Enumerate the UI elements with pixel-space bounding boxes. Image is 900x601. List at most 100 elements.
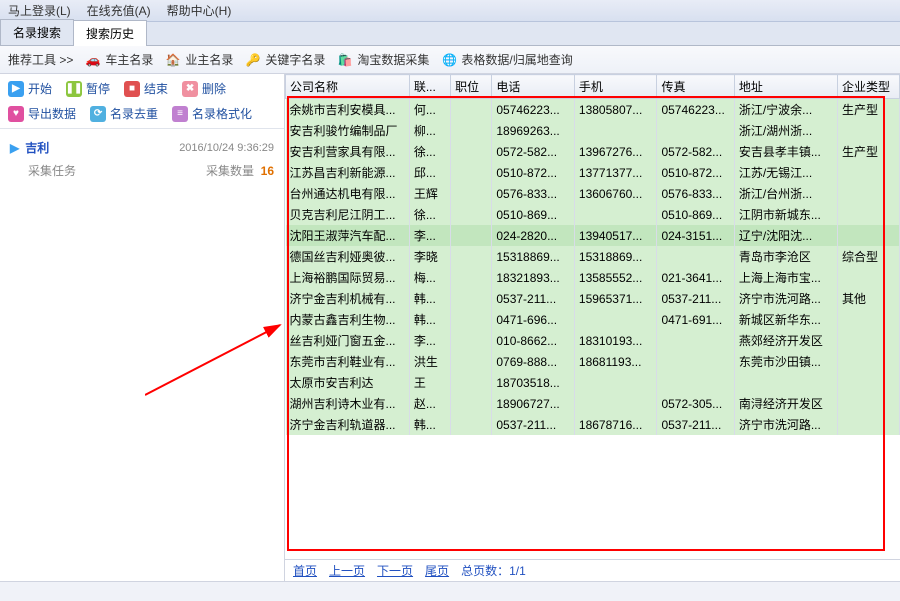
btn-delete[interactable]: ✖删除 [182, 80, 226, 97]
col-company[interactable]: 公司名称 [286, 75, 410, 99]
tool-taobao[interactable]: 🛍️淘宝数据采集 [337, 51, 429, 68]
cell-mobile [574, 309, 657, 330]
table-row[interactable]: 江苏昌吉利新能源...邱...0510-872...13771377...051… [286, 162, 900, 183]
cell-contact: 韩... [409, 288, 450, 309]
cell-company: 东莞市吉利鞋业有... [286, 351, 410, 372]
cell-addr: 辽宁/沈阳沈... [734, 225, 837, 246]
cell-company: 济宁金吉利机械有... [286, 288, 410, 309]
col-contact[interactable]: 联... [409, 75, 450, 99]
tool-table-query[interactable]: 🌐表格数据/归属地查询 [441, 51, 572, 68]
table-row[interactable]: 济宁金吉利机械有...韩...0537-211...15965371...053… [286, 288, 900, 309]
table-row[interactable]: 安吉利营家具有限...徐...0572-582...13967276...057… [286, 141, 900, 162]
task-list: ▶吉利 2016/10/24 9:36:29 采集任务 采集数量 16 [0, 129, 284, 581]
cell-type [838, 183, 900, 204]
cell-company: 安吉利营家具有限... [286, 141, 410, 162]
pager-last[interactable]: 尾页 [425, 562, 449, 579]
grid-wrap[interactable]: 公司名称 联... 职位 电话 手机 传真 地址 企业类型 余姚市吉利安模具..… [285, 74, 900, 559]
cell-phone: 15318869... [492, 246, 575, 267]
menu-login[interactable]: 马上登录(L) [8, 2, 71, 19]
grid-header-row: 公司名称 联... 职位 电话 手机 传真 地址 企业类型 [286, 75, 900, 99]
table-row[interactable]: 台州通达机电有限...王辉0576-833...13606760...0576-… [286, 183, 900, 204]
cell-mobile [574, 204, 657, 225]
cell-fax: 0537-211... [657, 288, 734, 309]
cell-mobile: 13606760... [574, 183, 657, 204]
cell-addr: 江阴市新城东... [734, 204, 837, 225]
table-row[interactable]: 上海裕鹏国际贸易...梅...18321893...13585552...021… [286, 267, 900, 288]
cell-phone: 0769-888... [492, 351, 575, 372]
btn-export[interactable]: ♥导出数据 [8, 105, 76, 122]
cell-type [838, 162, 900, 183]
car-icon: 🚗 [85, 52, 101, 68]
cell-mobile: 13940517... [574, 225, 657, 246]
table-row[interactable]: 沈阳王淑萍汽车配...李...024-2820...13940517...024… [286, 225, 900, 246]
table-row[interactable]: 德国丝吉利娅奥彼...李晓15318869...15318869...青岛市李沧… [286, 246, 900, 267]
task-row[interactable]: ▶吉利 2016/10/24 9:36:29 [0, 135, 284, 160]
cell-title [451, 183, 492, 204]
menu-help[interactable]: 帮助中心(H) [167, 2, 232, 19]
cell-fax [657, 246, 734, 267]
play-icon: ▶ [8, 81, 24, 97]
cell-fax [657, 351, 734, 372]
pager-first[interactable]: 首页 [293, 562, 317, 579]
cell-contact: 李... [409, 330, 450, 351]
cell-title [451, 288, 492, 309]
pager-next[interactable]: 下一页 [377, 562, 413, 579]
table-row[interactable]: 余姚市吉利安模具...何...05746223...13805807...057… [286, 99, 900, 121]
menu-recharge[interactable]: 在线充值(A) [87, 2, 151, 19]
cell-type [838, 225, 900, 246]
col-type[interactable]: 企业类型 [838, 75, 900, 99]
tool-car-owner[interactable]: 🚗车主名录 [85, 51, 153, 68]
cell-title [451, 204, 492, 225]
cell-mobile [574, 372, 657, 393]
table-row[interactable]: 贝克吉利尼江阴工...徐...0510-869...0510-869...江阴市… [286, 204, 900, 225]
table-row[interactable]: 济宁金吉利轨道器...韩...0537-211...18678716...053… [286, 414, 900, 435]
right-panel: 公司名称 联... 职位 电话 手机 传真 地址 企业类型 余姚市吉利安模具..… [285, 74, 900, 581]
col-mobile[interactable]: 手机 [574, 75, 657, 99]
btn-pause[interactable]: ❚❚暂停 [66, 80, 110, 97]
cell-mobile: 18678716... [574, 414, 657, 435]
col-addr[interactable]: 地址 [734, 75, 837, 99]
cell-phone: 18906727... [492, 393, 575, 414]
cell-phone: 0537-211... [492, 288, 575, 309]
cell-fax: 0572-582... [657, 141, 734, 162]
house-icon: 🏠 [165, 52, 181, 68]
table-row[interactable]: 湖州吉利诗木业有...赵...18906727...0572-305...南浔经… [286, 393, 900, 414]
btn-dedup[interactable]: ⟳名录去重 [90, 105, 158, 122]
pager-total: 1/1 [509, 564, 526, 578]
cell-addr [734, 372, 837, 393]
tab-history[interactable]: 搜索历史 [73, 20, 147, 46]
col-fax[interactable]: 传真 [657, 75, 734, 99]
cell-title [451, 393, 492, 414]
table-row[interactable]: 内蒙古鑫吉利生物...韩...0471-696...0471-691...新城区… [286, 309, 900, 330]
table-row[interactable]: 安吉利骏竹编制品厂柳...18969263...浙江/湖州浙... [286, 120, 900, 141]
cell-fax [657, 330, 734, 351]
cell-company: 江苏昌吉利新能源... [286, 162, 410, 183]
btn-end[interactable]: ■结束 [124, 80, 168, 97]
cell-contact: 徐... [409, 141, 450, 162]
cell-type [838, 309, 900, 330]
cell-phone: 05746223... [492, 99, 575, 121]
btn-start[interactable]: ▶开始 [8, 80, 52, 97]
cell-title [451, 330, 492, 351]
btn-format[interactable]: ≡名录格式化 [172, 105, 252, 122]
tab-search[interactable]: 名录搜索 [0, 19, 74, 45]
cell-title [451, 120, 492, 141]
col-title[interactable]: 职位 [451, 75, 492, 99]
key-icon: 🔑 [245, 52, 261, 68]
cell-phone: 010-8662... [492, 330, 575, 351]
tool-keyword[interactable]: 🔑关键字名录 [245, 51, 325, 68]
cell-company: 沈阳王淑萍汽车配... [286, 225, 410, 246]
cell-company: 台州通达机电有限... [286, 183, 410, 204]
data-grid: 公司名称 联... 职位 电话 手机 传真 地址 企业类型 余姚市吉利安模具..… [285, 74, 900, 435]
cell-addr: 浙江/台州浙... [734, 183, 837, 204]
table-row[interactable]: 东莞市吉利鞋业有...洪生0769-888...18681193...东莞市沙田… [286, 351, 900, 372]
table-row[interactable]: 太原市安吉利达王18703518... [286, 372, 900, 393]
cell-title [451, 246, 492, 267]
cell-fax: 0510-872... [657, 162, 734, 183]
cell-contact: 梅... [409, 267, 450, 288]
table-row[interactable]: 丝吉利娅门窗五金...李...010-8662...18310193...燕郊经… [286, 330, 900, 351]
col-phone[interactable]: 电话 [492, 75, 575, 99]
cell-addr: 燕郊经济开发区 [734, 330, 837, 351]
pager-prev[interactable]: 上一页 [329, 562, 365, 579]
tool-property-owner[interactable]: 🏠业主名录 [165, 51, 233, 68]
